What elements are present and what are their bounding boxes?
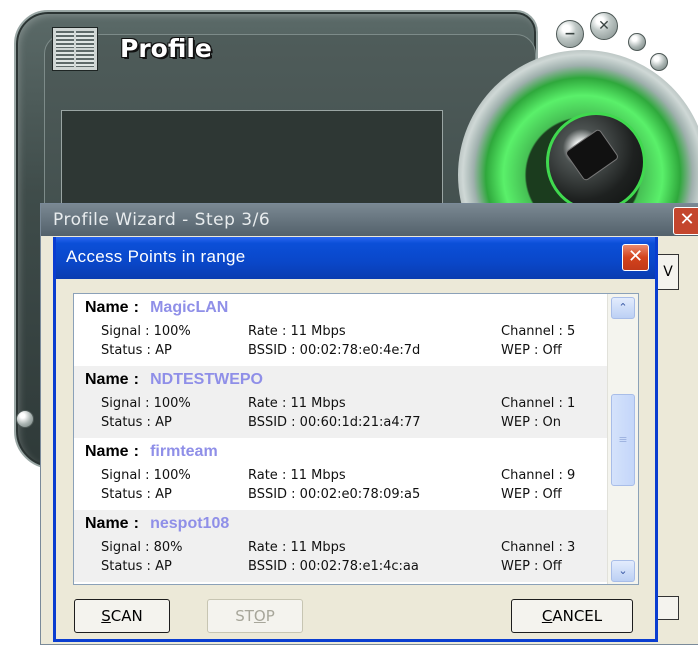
skin-minimize-button[interactable]: − [556,20,584,48]
list-item[interactable]: Name : MagicLAN Signal : 100% Rate : 11 … [74,294,608,366]
wizard-title: Profile Wizard - Step 3/6 [41,204,698,236]
ap-name-row: Name : MagicLAN [85,297,228,317]
skin-knob-3[interactable] [16,410,34,428]
ap-signal: Signal : 100% [101,468,191,483]
ap-signal: Signal : 100% [101,324,191,339]
dialog-title: Access Points in range [66,247,246,266]
ap-channel: Channel : 9 [501,468,576,483]
skin-title: Profile [120,34,212,63]
ap-name-row: Name : firmteam [85,441,218,461]
name-separator: : [133,371,139,388]
skin-close-button[interactable]: ✕ [590,12,618,40]
name-label: Name [85,515,129,532]
ap-rate: Rate : 11 Mbps [248,468,346,483]
name-separator: : [133,299,139,316]
ap-status: Status : AP [101,343,172,358]
skin-knob-1[interactable] [628,33,646,51]
scan-accel: S [101,607,111,625]
name-label: Name [85,443,129,460]
scan-label: CAN [110,607,143,625]
name-label: Name [85,299,129,316]
name-separator: : [133,443,139,460]
ap-bssid: BSSID : 00:02:78:e0:4e:7d [248,343,421,358]
cancel-accel: C [541,607,553,625]
dialog-titlebar: Access Points in range ✕ [56,237,655,279]
dialog-close-button[interactable]: ✕ [622,244,649,271]
name-separator: : [133,515,139,532]
access-point-list[interactable]: Name : MagicLAN Signal : 100% Rate : 11 … [73,293,639,585]
ap-signal: Signal : 100% [101,396,191,411]
profile-app-icon [52,27,98,71]
ap-name: MagicLAN [150,299,229,316]
cancel-button[interactable]: CANCEL [511,599,633,633]
scroll-thumb[interactable]: ≡ [611,394,635,486]
scroll-down-button[interactable]: ⌄ [611,560,635,582]
list-item[interactable]: Name : firmteam Signal : 100% Rate : 11 … [74,438,608,510]
access-points-dialog: Access Points in range ✕ Name : MagicLAN… [53,237,658,642]
ap-rate: Rate : 11 Mbps [248,396,346,411]
ap-status: Status : AP [101,559,172,574]
ap-status: Status : AP [101,415,172,430]
ap-signal: Signal : 80% [101,540,183,555]
stop-button[interactable]: STOP [207,599,303,633]
ap-channel: Channel : 3 [501,540,576,555]
list-item[interactable]: Name : NDTESTWEPO Signal : 100% Rate : 1… [74,366,608,438]
ap-wep: WEP : Off [501,559,562,574]
ap-channel: Channel : 1 [501,396,576,411]
list-item[interactable]: Name : nespot108 Signal : 80% Rate : 11 … [74,510,608,582]
scroll-up-button[interactable]: ⌃ [611,297,635,319]
ap-name: nespot108 [150,515,230,532]
skin-display-area [61,110,443,217]
stop-label-pre: ST [235,607,254,625]
ap-wep: WEP : On [501,415,562,430]
skin-knob-2[interactable] [650,53,668,71]
stop-accel: O [253,607,266,625]
wizard-bottom-button[interactable] [657,596,679,620]
ap-name-row: Name : NDTESTWEPO [85,369,263,389]
name-label: Name [85,371,129,388]
wizard-close-button[interactable]: ✕ [673,207,698,235]
vertical-scrollbar[interactable]: ⌃ ≡ ⌄ [607,294,638,584]
ap-rate: Rate : 11 Mbps [248,540,346,555]
ap-name: firmteam [150,443,218,460]
ap-status: Status : AP [101,487,172,502]
cancel-label: ANCEL [552,607,603,625]
ap-rate: Rate : 11 Mbps [248,324,346,339]
ap-bssid: BSSID : 00:02:78:e1:4c:aa [248,559,419,574]
ap-bssid: BSSID : 00:02:e0:78:09:a5 [248,487,421,502]
ap-wep: WEP : Off [501,487,562,502]
ap-channel: Channel : 5 [501,324,576,339]
ap-name: NDTESTWEPO [150,371,263,388]
ap-name-row: Name : nespot108 [85,513,229,533]
scan-button[interactable]: SCAN [74,599,170,633]
ap-bssid: BSSID : 00:60:1d:21:a4:77 [248,415,421,430]
ap-wep: WEP : Off [501,343,562,358]
stop-label: P [265,607,275,625]
wizard-next-button[interactable]: V [657,254,679,290]
